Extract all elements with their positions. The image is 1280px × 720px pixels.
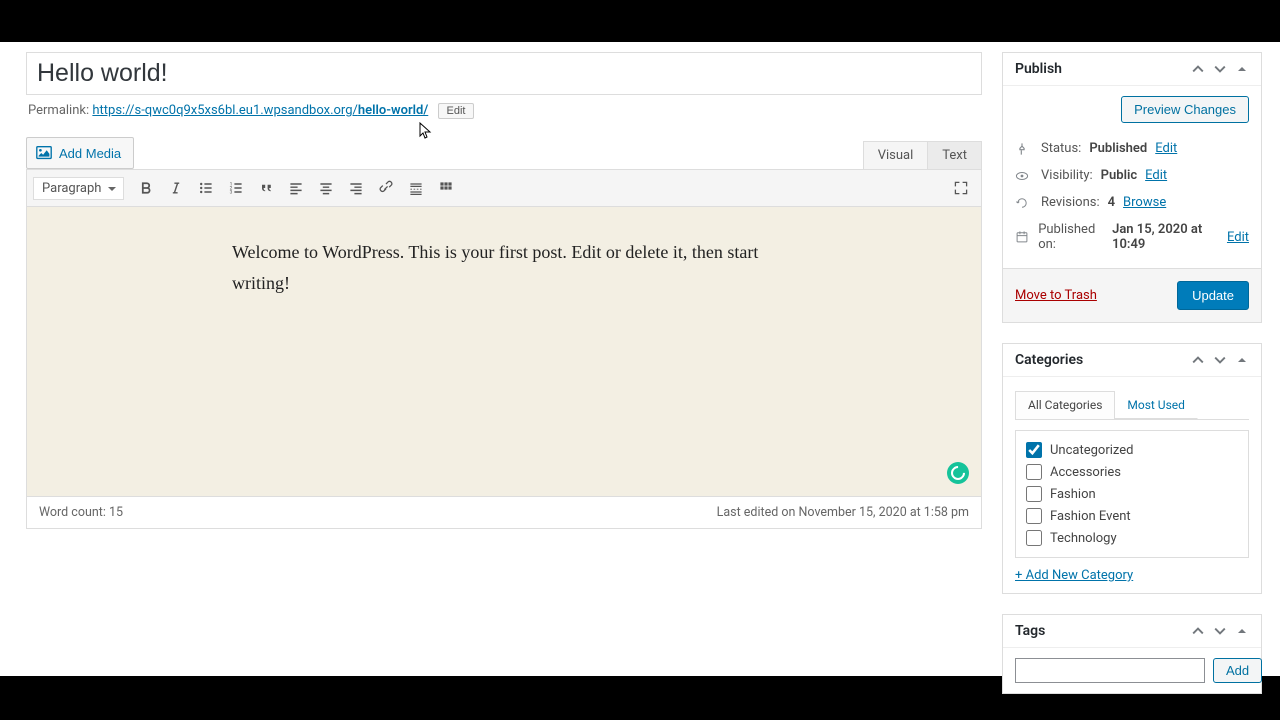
category-item[interactable]: Accessories — [1026, 461, 1238, 483]
tab-visual[interactable]: Visual — [863, 141, 929, 169]
status-value: Published — [1089, 141, 1147, 156]
categories-panel-title: Categories — [1015, 352, 1191, 368]
revisions-count: 4 — [1108, 195, 1115, 210]
post-title-wrap — [26, 52, 982, 95]
editor-footer: Word count: 15 Last edited on November 1… — [26, 497, 982, 529]
chevron-up-icon[interactable] — [1191, 624, 1205, 638]
visibility-label: Visibility: — [1041, 168, 1093, 183]
tags-input[interactable] — [1015, 658, 1205, 683]
numbered-list-button[interactable]: 123 — [222, 174, 250, 202]
editor-toolbar: Paragraph 123 — [26, 169, 982, 207]
permalink-slug: hello-world/ — [358, 103, 428, 118]
eye-icon — [1015, 169, 1033, 183]
status-label: Status: — [1041, 141, 1081, 156]
post-title-input[interactable] — [37, 59, 971, 88]
preview-changes-button[interactable]: Preview Changes — [1121, 96, 1249, 123]
blockquote-button[interactable] — [252, 174, 280, 202]
tags-add-button[interactable]: Add — [1213, 658, 1262, 683]
fullscreen-button[interactable] — [947, 174, 975, 202]
add-media-button[interactable]: Add Media — [26, 137, 134, 169]
published-edit-link[interactable]: Edit — [1227, 230, 1249, 245]
align-center-button[interactable] — [312, 174, 340, 202]
visibility-edit-link[interactable]: Edit — [1145, 168, 1167, 183]
chevron-down-icon[interactable] — [1213, 353, 1227, 367]
revisions-browse-link[interactable]: Browse — [1123, 195, 1166, 210]
category-item[interactable]: Fashion — [1026, 483, 1238, 505]
category-label: Uncategorized — [1050, 443, 1133, 458]
post-content-editor[interactable]: Welcome to WordPress. This is your first… — [26, 207, 982, 497]
toolbar-toggle-button[interactable] — [432, 174, 460, 202]
category-label: Fashion — [1050, 487, 1096, 502]
media-icon — [35, 144, 53, 162]
permalink-link[interactable]: https://s-qwc0q9x5xs6bl.eu1.wpsandbox.or… — [92, 103, 428, 118]
chevron-up-icon[interactable] — [1191, 353, 1205, 367]
category-label: Accessories — [1050, 465, 1121, 480]
category-item[interactable]: Uncategorized — [1026, 439, 1238, 461]
tab-all-categories[interactable]: All Categories — [1015, 391, 1115, 419]
align-left-button[interactable] — [282, 174, 310, 202]
bullet-list-button[interactable] — [192, 174, 220, 202]
tags-panel-title: Tags — [1015, 623, 1191, 639]
italic-button[interactable] — [162, 174, 190, 202]
category-item[interactable]: Technology — [1026, 527, 1238, 549]
publish-panel: Publish Preview Changes Status: Publishe… — [1002, 52, 1262, 323]
update-button[interactable]: Update — [1177, 281, 1249, 310]
permalink-edit-button[interactable]: Edit — [438, 103, 475, 119]
permalink-label: Permalink: — [28, 103, 89, 118]
tab-text[interactable]: Text — [927, 141, 982, 169]
add-new-category-link[interactable]: + Add New Category — [1015, 568, 1133, 583]
post-content-text: Welcome to WordPress. This is your first… — [232, 237, 781, 298]
add-media-label: Add Media — [59, 146, 121, 161]
permalink-row: Permalink: https://s-qwc0q9x5xs6bl.eu1.w… — [28, 103, 980, 119]
word-count: Word count: 15 — [39, 505, 123, 520]
align-right-button[interactable] — [342, 174, 370, 202]
category-checkbox[interactable] — [1026, 464, 1042, 480]
published-date: Jan 15, 2020 at 10:49 — [1112, 222, 1219, 252]
chevron-up-icon[interactable] — [1191, 62, 1205, 76]
triangle-up-icon[interactable] — [1235, 62, 1249, 76]
bold-button[interactable] — [132, 174, 160, 202]
calendar-icon — [1015, 230, 1030, 244]
published-label: Published on: — [1038, 222, 1104, 252]
tab-most-used[interactable]: Most Used — [1114, 391, 1198, 419]
svg-text:3: 3 — [230, 190, 233, 196]
permalink-base: https://s-qwc0q9x5xs6bl.eu1.wpsandbox.or… — [92, 103, 357, 118]
triangle-up-icon[interactable] — [1235, 353, 1249, 367]
category-checkbox[interactable] — [1026, 508, 1042, 524]
category-list: Uncategorized Accessories Fashion Fashio… — [1015, 430, 1249, 558]
revisions-label: Revisions: — [1041, 195, 1100, 210]
format-select[interactable]: Paragraph — [33, 177, 124, 200]
status-edit-link[interactable]: Edit — [1155, 141, 1177, 156]
categories-panel: Categories All Categories Most Used Unca… — [1002, 343, 1262, 594]
pin-icon — [1015, 142, 1033, 156]
chevron-down-icon[interactable] — [1213, 62, 1227, 76]
visibility-value: Public — [1101, 168, 1137, 183]
chevron-down-icon[interactable] — [1213, 624, 1227, 638]
category-item[interactable]: Fashion Event — [1026, 505, 1238, 527]
tags-panel: Tags Add — [1002, 614, 1262, 694]
link-button[interactable] — [372, 174, 400, 202]
category-checkbox[interactable] — [1026, 442, 1042, 458]
read-more-button[interactable] — [402, 174, 430, 202]
grammarly-icon[interactable] — [947, 462, 969, 484]
triangle-up-icon[interactable] — [1235, 624, 1249, 638]
revisions-icon — [1015, 196, 1033, 210]
editor-tabs: Visual Text — [864, 141, 982, 169]
publish-panel-title: Publish — [1015, 61, 1191, 77]
move-to-trash-link[interactable]: Move to Trash — [1015, 288, 1097, 303]
category-label: Fashion Event — [1050, 509, 1131, 524]
category-tabs: All Categories Most Used — [1015, 391, 1249, 420]
category-checkbox[interactable] — [1026, 486, 1042, 502]
category-label: Technology — [1050, 531, 1117, 546]
last-edited: Last edited on November 15, 2020 at 1:58… — [717, 505, 969, 520]
category-checkbox[interactable] — [1026, 530, 1042, 546]
